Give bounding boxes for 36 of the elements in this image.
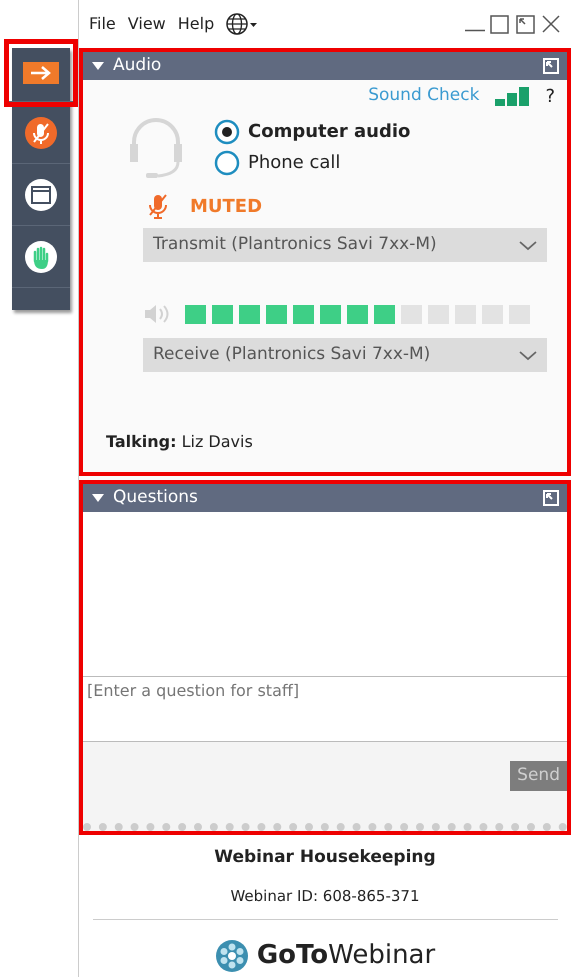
panel-header[interactable]: Questions <box>83 484 567 512</box>
chevron-down-icon <box>519 240 537 250</box>
speaker-icon <box>143 303 171 325</box>
question-input[interactable]: [Enter a question for staff] <box>83 677 567 742</box>
device-dropdown[interactable]: Transmit (Plantronics Savi 7xx-M) <box>143 228 547 262</box>
product-logo-text: GoToWebinar <box>256 939 436 972</box>
window-icon <box>25 178 57 210</box>
close-icon <box>541 14 561 34</box>
collapse-triangle-icon <box>91 492 105 504</box>
menu-item[interactable]: Help <box>178 12 214 36</box>
device-dropdown[interactable]: Receive (Plantronics Savi 7xx-M) <box>143 338 547 372</box>
panel-title: Questions <box>113 486 198 510</box>
panel-header[interactable]: Audio <box>83 52 567 80</box>
menu-item[interactable]: File <box>89 12 116 36</box>
pop-out-icon <box>543 58 559 74</box>
headset-icon <box>128 118 184 180</box>
menu-item[interactable]: View <box>128 12 166 36</box>
muted-microphone-icon <box>25 116 57 148</box>
webinar-title: Webinar Housekeeping <box>214 846 436 869</box>
signal-bars-icon <box>495 86 530 106</box>
talking-status: Talking: Liz Davis <box>106 431 254 453</box>
globe-icon <box>226 13 258 35</box>
radio-option[interactable]: Phone call <box>214 149 410 176</box>
raised-hand-icon <box>25 240 57 272</box>
radio-option[interactable]: Computer audio <box>214 118 410 145</box>
chevron-down-icon <box>519 350 537 360</box>
pop-out-icon <box>543 490 559 506</box>
maximize-icon <box>489 14 511 34</box>
minimize-icon <box>465 29 485 32</box>
flower-logo-icon <box>214 938 249 972</box>
pop-out-icon <box>515 14 537 34</box>
help-button[interactable]: ? <box>545 82 555 110</box>
webinar-id: Webinar ID: 608-865-371 <box>230 886 420 906</box>
panel-title: Audio <box>113 54 162 78</box>
mute-status: MUTED <box>190 194 262 218</box>
collapse-triangle-icon <box>91 60 105 72</box>
